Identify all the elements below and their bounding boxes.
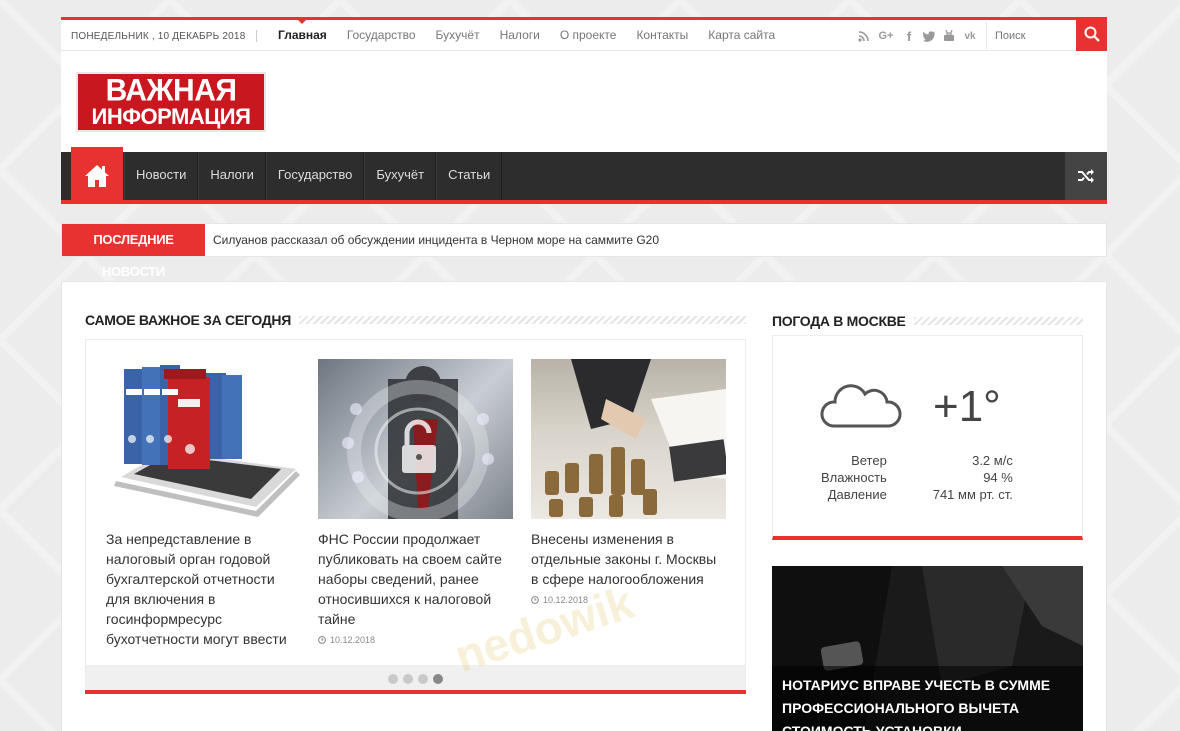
site-logo[interactable]: ВАЖНАЯ ИНФОРМАЦИЯ [76,72,266,132]
weather-row-humidity: Влажность 94 % [821,469,1013,486]
search-button[interactable] [1076,17,1107,51]
shuffle-icon [1078,169,1094,183]
nav-accounting[interactable]: Бухучёт [364,152,437,200]
top-nav-sitemap[interactable]: Карта сайта [698,20,785,51]
slide-image-unlock-screen[interactable] [318,359,513,519]
nav-taxes[interactable]: Налоги [198,152,266,200]
top-navigation: Главная Государство Бухучёт Налоги О про… [268,19,785,51]
breaking-news-bar: ПОСЛЕДНИЕ НОВОСТИ Силуанов рассказал об … [61,223,1107,279]
breaking-news-label: ПОСЛЕДНИЕ НОВОСТИ [62,224,205,279]
twitter-icon[interactable] [922,29,936,43]
main-content: САМОЕ ВАЖНОЕ ЗА СЕГОДНЯ За непредставлен… [61,281,1107,731]
nav-state[interactable]: Государство [265,152,365,200]
weather-value: 94 % [983,470,1013,485]
home-icon [85,164,109,187]
clock-icon [318,636,326,644]
slider-accent-line [85,690,746,694]
weather-temperature: +1° [933,382,1001,431]
social-links: G+ f vk [856,29,978,44]
weather-section-title: ПОГОДА В МОСКВЕ [772,313,1083,329]
slide-image-laptop-folders[interactable] [106,359,301,519]
top-nav-accounting[interactable]: Бухучёт [426,20,490,51]
main-navigation: Новости Налоги Государство Бухучёт Стать… [61,147,1107,204]
weather-label: Влажность [821,470,887,485]
slide-date: 10.12.2018 [531,595,726,605]
promo-article-card[interactable]: НОТАРИУС ВПРАВЕ УЧЕСТЬ В СУММЕ ПРОФЕССИО… [772,566,1083,731]
slider-dot[interactable] [418,673,428,684]
vk-icon[interactable]: vk [962,29,978,43]
weather-details: Ветер 3.2 м/с Влажность 94 % Давление 741 м… [821,452,1013,503]
weather-value: 741 мм рт. ст. [932,487,1013,502]
featured-title-text: САМОЕ ВАЖНОЕ ЗА СЕГОДНЯ [85,312,291,328]
slide-caption[interactable]: Внесены изменения в отдельные законы г. … [531,529,726,589]
weather-widget: +1° Ветер 3.2 м/с Влажность 94 % Давление 7… [772,335,1083,540]
featured-section-title: САМОЕ ВАЖНОЕ ЗА СЕГОДНЯ [85,312,746,328]
site-header: ВАЖНАЯ ИНФОРМАЦИЯ [61,51,1107,152]
breaking-news-link[interactable]: Силуанов рассказал об обсуждении инциден… [213,233,659,247]
youtube-icon[interactable] [942,29,956,43]
slide-image-coins-calculator[interactable] [531,359,726,519]
search-icon [1084,26,1100,42]
promo-caption[interactable]: НОТАРИУС ВПРАВЕ УЧЕСТЬ В СУММЕ ПРОФЕССИО… [772,666,1083,731]
random-article-button[interactable] [1065,152,1107,200]
weather-label: Ветер [851,453,887,468]
weather-row-pressure: Давление 741 мм рт. ст. [821,486,1013,503]
slider-dot[interactable] [388,673,398,684]
title-stripes [298,316,746,324]
top-nav-home[interactable]: Главная [268,19,337,51]
top-nav-about[interactable]: О проекте [550,20,627,51]
slide-card[interactable]: За непредставление в налоговый орган год… [106,359,301,649]
logo-line-1: ВАЖНАЯ [105,73,237,108]
nav-articles[interactable]: Статьи [436,152,503,200]
slider-pagination [86,665,745,692]
google-plus-icon[interactable]: G+ [876,29,896,43]
slider-dot[interactable] [403,673,413,684]
current-date: ПОНЕДЕЛЬНИК , 10 ДЕКАБРЬ 2018 [71,31,246,42]
slide-card[interactable]: Внесены изменения в отдельные законы г. … [531,359,726,605]
search-input[interactable] [986,22,1075,49]
top-nav-state[interactable]: Государство [337,20,426,51]
slide-date-text: 10.12.2018 [543,595,589,605]
logo-line-2: ИНФОРМАЦИЯ [91,104,251,129]
facebook-icon[interactable]: f [902,29,916,44]
slider-dot-active[interactable] [433,673,443,684]
top-nav-taxes[interactable]: Налоги [490,20,550,51]
weather-title-text: ПОГОДА В МОСКВЕ [772,313,906,329]
weather-label: Давление [827,487,887,502]
cloud-icon [820,384,902,428]
divider [256,30,257,42]
featured-slider: За непредставление в налоговый орган год… [85,339,746,693]
slide-date-text: 10.12.2018 [330,635,376,645]
slide-date: 10.12.2018 [318,635,513,645]
slide-caption[interactable]: ФНС России продолжает публиковать на сво… [318,529,513,629]
top-nav-contacts[interactable]: Контакты [626,20,698,51]
slide-card[interactable]: ФНС России продолжает публиковать на сво… [318,359,513,645]
clock-icon [531,596,539,604]
home-button[interactable] [71,147,123,204]
title-stripes [913,317,1083,325]
rss-icon[interactable] [856,29,870,43]
nav-news[interactable]: Новости [124,152,199,200]
weather-value: 3.2 м/с [972,453,1013,468]
top-bar: ПОНЕДЕЛЬНИК , 10 ДЕКАБРЬ 2018 Главная Го… [61,17,1107,51]
slide-caption[interactable]: За непредставление в налоговый орган год… [106,529,301,649]
weather-row-wind: Ветер 3.2 м/с [821,452,1013,469]
